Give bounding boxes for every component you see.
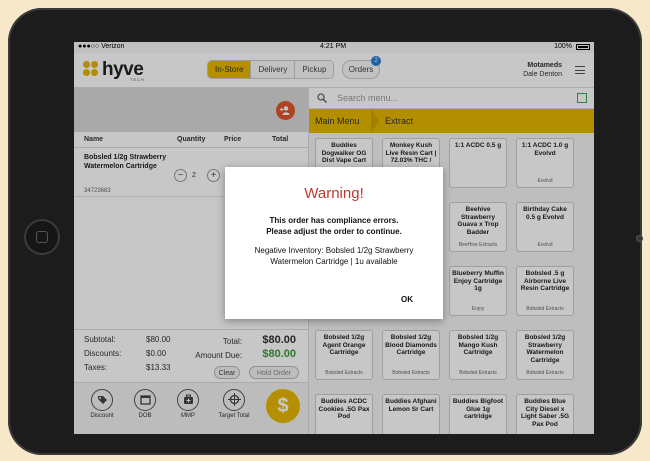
screen: ●●●○○ Verizon 4:21 PM 100% hyve TECH In-… (74, 42, 594, 434)
ok-button[interactable]: OK (397, 293, 417, 306)
dialog-detail: Negative Inventory: Bobsled 1/2g Strawbe… (254, 246, 414, 266)
dialog-title: Warning! (304, 185, 364, 202)
dialog-message-line2: Please adjust the order to continue. (266, 227, 402, 236)
dialog-message: This order has compliance errors. Please… (231, 215, 437, 237)
tablet-frame: ●●●○○ Verizon 4:21 PM 100% hyve TECH In-… (8, 8, 643, 455)
dialog-message-line1: This order has compliance errors. (269, 216, 399, 225)
warning-dialog: Warning! This order has compliance error… (225, 167, 443, 319)
home-button[interactable] (26, 221, 58, 253)
camera (636, 235, 643, 242)
